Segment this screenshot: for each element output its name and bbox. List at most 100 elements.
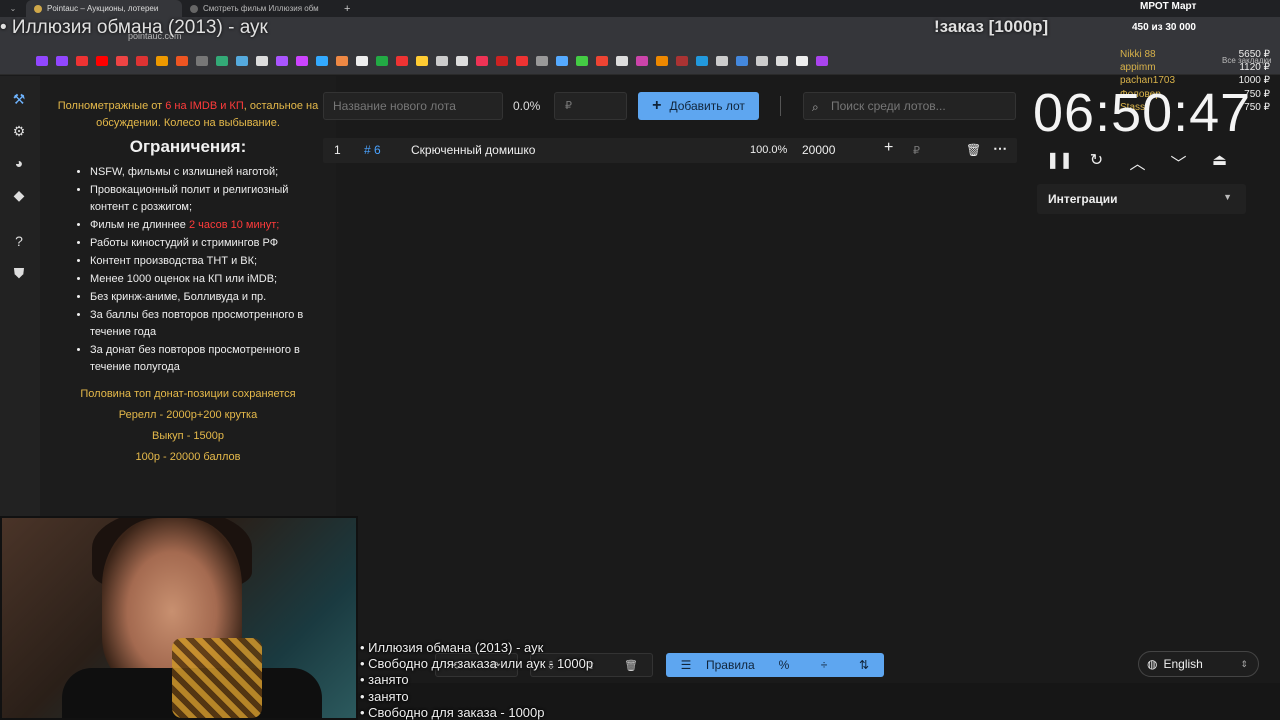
rules-button[interactable]: Правила: [706, 658, 764, 672]
list-item: Фильм не длиннее 2 часов 10 минут;: [90, 217, 320, 234]
bookmark-icon[interactable]: [496, 55, 508, 66]
bookmark-icon[interactable]: [236, 55, 248, 66]
sort-icon[interactable]: ⇅: [844, 658, 884, 672]
list-item-text: За донат без повторов просмотренного в т…: [90, 344, 300, 373]
integrations-label: Интеграции: [1048, 192, 1118, 206]
pause-icon[interactable]: ❚❚: [1046, 150, 1073, 174]
settings-icon[interactable]: ⚙: [10, 122, 28, 140]
donor-name: appimm: [1120, 62, 1156, 74]
bookmark-icon[interactable]: [196, 55, 208, 66]
bookmark-icon[interactable]: [756, 55, 768, 66]
bookmark-icon[interactable]: [396, 55, 408, 66]
language-select[interactable]: ◍ English ⇕: [1138, 651, 1259, 677]
bookmark-icon[interactable]: [256, 55, 268, 66]
chevron-up-icon[interactable]: ︿: [1128, 150, 1147, 174]
new-tab-icon[interactable]: +: [338, 3, 356, 15]
queue-item: • Иллюзия обмана (2013) - аук: [360, 640, 544, 655]
bookmark-icon[interactable]: [656, 55, 668, 66]
bookmarks-bar: [0, 47, 1280, 75]
donor-row: Nikki 88 5650 ₽: [1120, 48, 1270, 61]
bookmark-icon[interactable]: [376, 55, 388, 66]
bookmark-icon[interactable]: [716, 55, 728, 66]
bookmark-icon[interactable]: [556, 55, 568, 66]
donor-row: appimm 1120 ₽: [1120, 61, 1270, 74]
rules-footer-line: Выкуп - 1500р: [152, 430, 224, 442]
bookmark-icon[interactable]: [516, 55, 528, 66]
wheel-icon[interactable]: ◕: [10, 154, 28, 172]
bookmark-icon[interactable]: [596, 55, 608, 66]
bookmark-icon[interactable]: [276, 55, 288, 66]
bookmark-icon[interactable]: [456, 55, 468, 66]
bookmark-icon[interactable]: [616, 55, 628, 66]
bookmark-twitch-icon[interactable]: [36, 55, 48, 66]
eject-icon[interactable]: ⏏: [1210, 150, 1229, 174]
bookmark-icon[interactable]: [416, 55, 428, 66]
browser-tab-pointauc[interactable]: Pointauc – Аукционы, лотереи: [26, 0, 182, 17]
chevron-down-icon[interactable]: ﹀: [1169, 150, 1188, 174]
browser-tab-movie[interactable]: Смотреть фильм Иллюзия обм: [182, 0, 338, 17]
layers-icon[interactable]: ◆: [10, 186, 28, 204]
bookmark-icon[interactable]: [176, 55, 188, 66]
bookmark-icon[interactable]: [816, 55, 828, 66]
tab-list-icon[interactable]: ⌄: [0, 4, 26, 13]
divide-icon[interactable]: ÷: [804, 658, 844, 672]
bookmark-youtube-icon[interactable]: [96, 55, 108, 66]
donor-name: Nikki 88: [1120, 49, 1156, 60]
rules-footer-line: Половина топ донат-позиции сохраняется: [80, 388, 296, 400]
list-item-text: Провокационный полит и религиозный конте…: [90, 184, 289, 213]
bookmark-icon[interactable]: [536, 55, 548, 66]
bookmark-icon[interactable]: [296, 55, 308, 66]
delete-icon[interactable]: 🗑: [966, 143, 981, 157]
lot-amount-input[interactable]: ₽: [913, 144, 920, 157]
integrations-accordion[interactable]: Интеграции ▼: [1037, 184, 1246, 214]
bookmark-icon[interactable]: [336, 55, 348, 66]
rules-footer-line: Ререлл - 2000р+200 крутка: [118, 409, 258, 421]
percent-icon[interactable]: %: [764, 658, 804, 672]
add-lot-label: Добавить лот: [669, 99, 745, 113]
bookmark-icon[interactable]: [56, 55, 68, 66]
reset-icon[interactable]: ↻: [1087, 150, 1106, 174]
timer-controls: ❚❚ ↻ ︿ ﹀ ⏏: [1046, 150, 1229, 174]
new-lot-amount-input[interactable]: ₽: [554, 92, 627, 120]
help-icon[interactable]: ?: [10, 232, 28, 250]
bookmark-icon[interactable]: [676, 55, 688, 66]
tab-title: Смотреть фильм Иллюзия обм: [203, 4, 319, 13]
lot-amount[interactable]: 20000: [802, 143, 835, 157]
list-icon[interactable]: ☰: [666, 658, 706, 672]
bookmark-icon[interactable]: [436, 55, 448, 66]
list-item: Провокационный полит и религиозный конте…: [90, 182, 320, 216]
add-amount-icon[interactable]: +: [884, 139, 893, 157]
bookmark-telegram-icon[interactable]: [696, 55, 708, 66]
bookmark-icon[interactable]: [636, 55, 648, 66]
bookmark-icon[interactable]: [116, 55, 128, 66]
list-item: Без кринж-аниме, Болливуда и пр.: [90, 289, 320, 306]
bookmark-mail-icon[interactable]: [156, 55, 168, 66]
new-lot-name-input[interactable]: Название нового лота: [323, 92, 503, 120]
clear-icon[interactable]: 🗑: [611, 659, 651, 672]
shield-icon[interactable]: ⛊: [10, 264, 28, 282]
plus-icon: +: [652, 97, 662, 114]
bookmark-icon[interactable]: [576, 55, 588, 66]
bookmark-icon[interactable]: [136, 55, 148, 66]
queue-overlay: • Иллюзия обмана (2013) - аук • Свободно…: [360, 640, 593, 720]
list-item: Менее 1000 оценок на КП или iMDB;: [90, 271, 320, 288]
bookmark-icon[interactable]: [776, 55, 788, 66]
auction-icon[interactable]: ⚒: [10, 90, 28, 108]
bookmark-icon[interactable]: [316, 55, 328, 66]
list-item: Контент производства ТНТ и ВК;: [90, 253, 320, 270]
bookmark-icon[interactable]: [476, 55, 488, 66]
rules-toolbar: ☰ Правила % ÷ ⇅: [666, 653, 884, 677]
bookmark-icon[interactable]: [356, 55, 368, 66]
bookmark-icon[interactable]: [796, 55, 808, 66]
lot-search-input[interactable]: ⌕ Поиск среди лотов...: [803, 92, 1016, 120]
more-icon[interactable]: ⋯: [993, 140, 1007, 157]
lot-name[interactable]: Скрюченный домишко: [411, 143, 535, 157]
queue-item: • Свободно для заказа или аук - 1000р: [360, 656, 594, 672]
bookmark-icon[interactable]: [216, 55, 228, 66]
intro-text: Полнометражные от: [57, 100, 166, 112]
bookmark-icon[interactable]: [76, 55, 88, 66]
search-icon: ⌕: [812, 100, 819, 114]
mrot-title: МРОТ Март: [1140, 1, 1197, 12]
add-lot-button[interactable]: + Добавить лот: [638, 92, 759, 120]
bookmark-icon[interactable]: [736, 55, 748, 66]
